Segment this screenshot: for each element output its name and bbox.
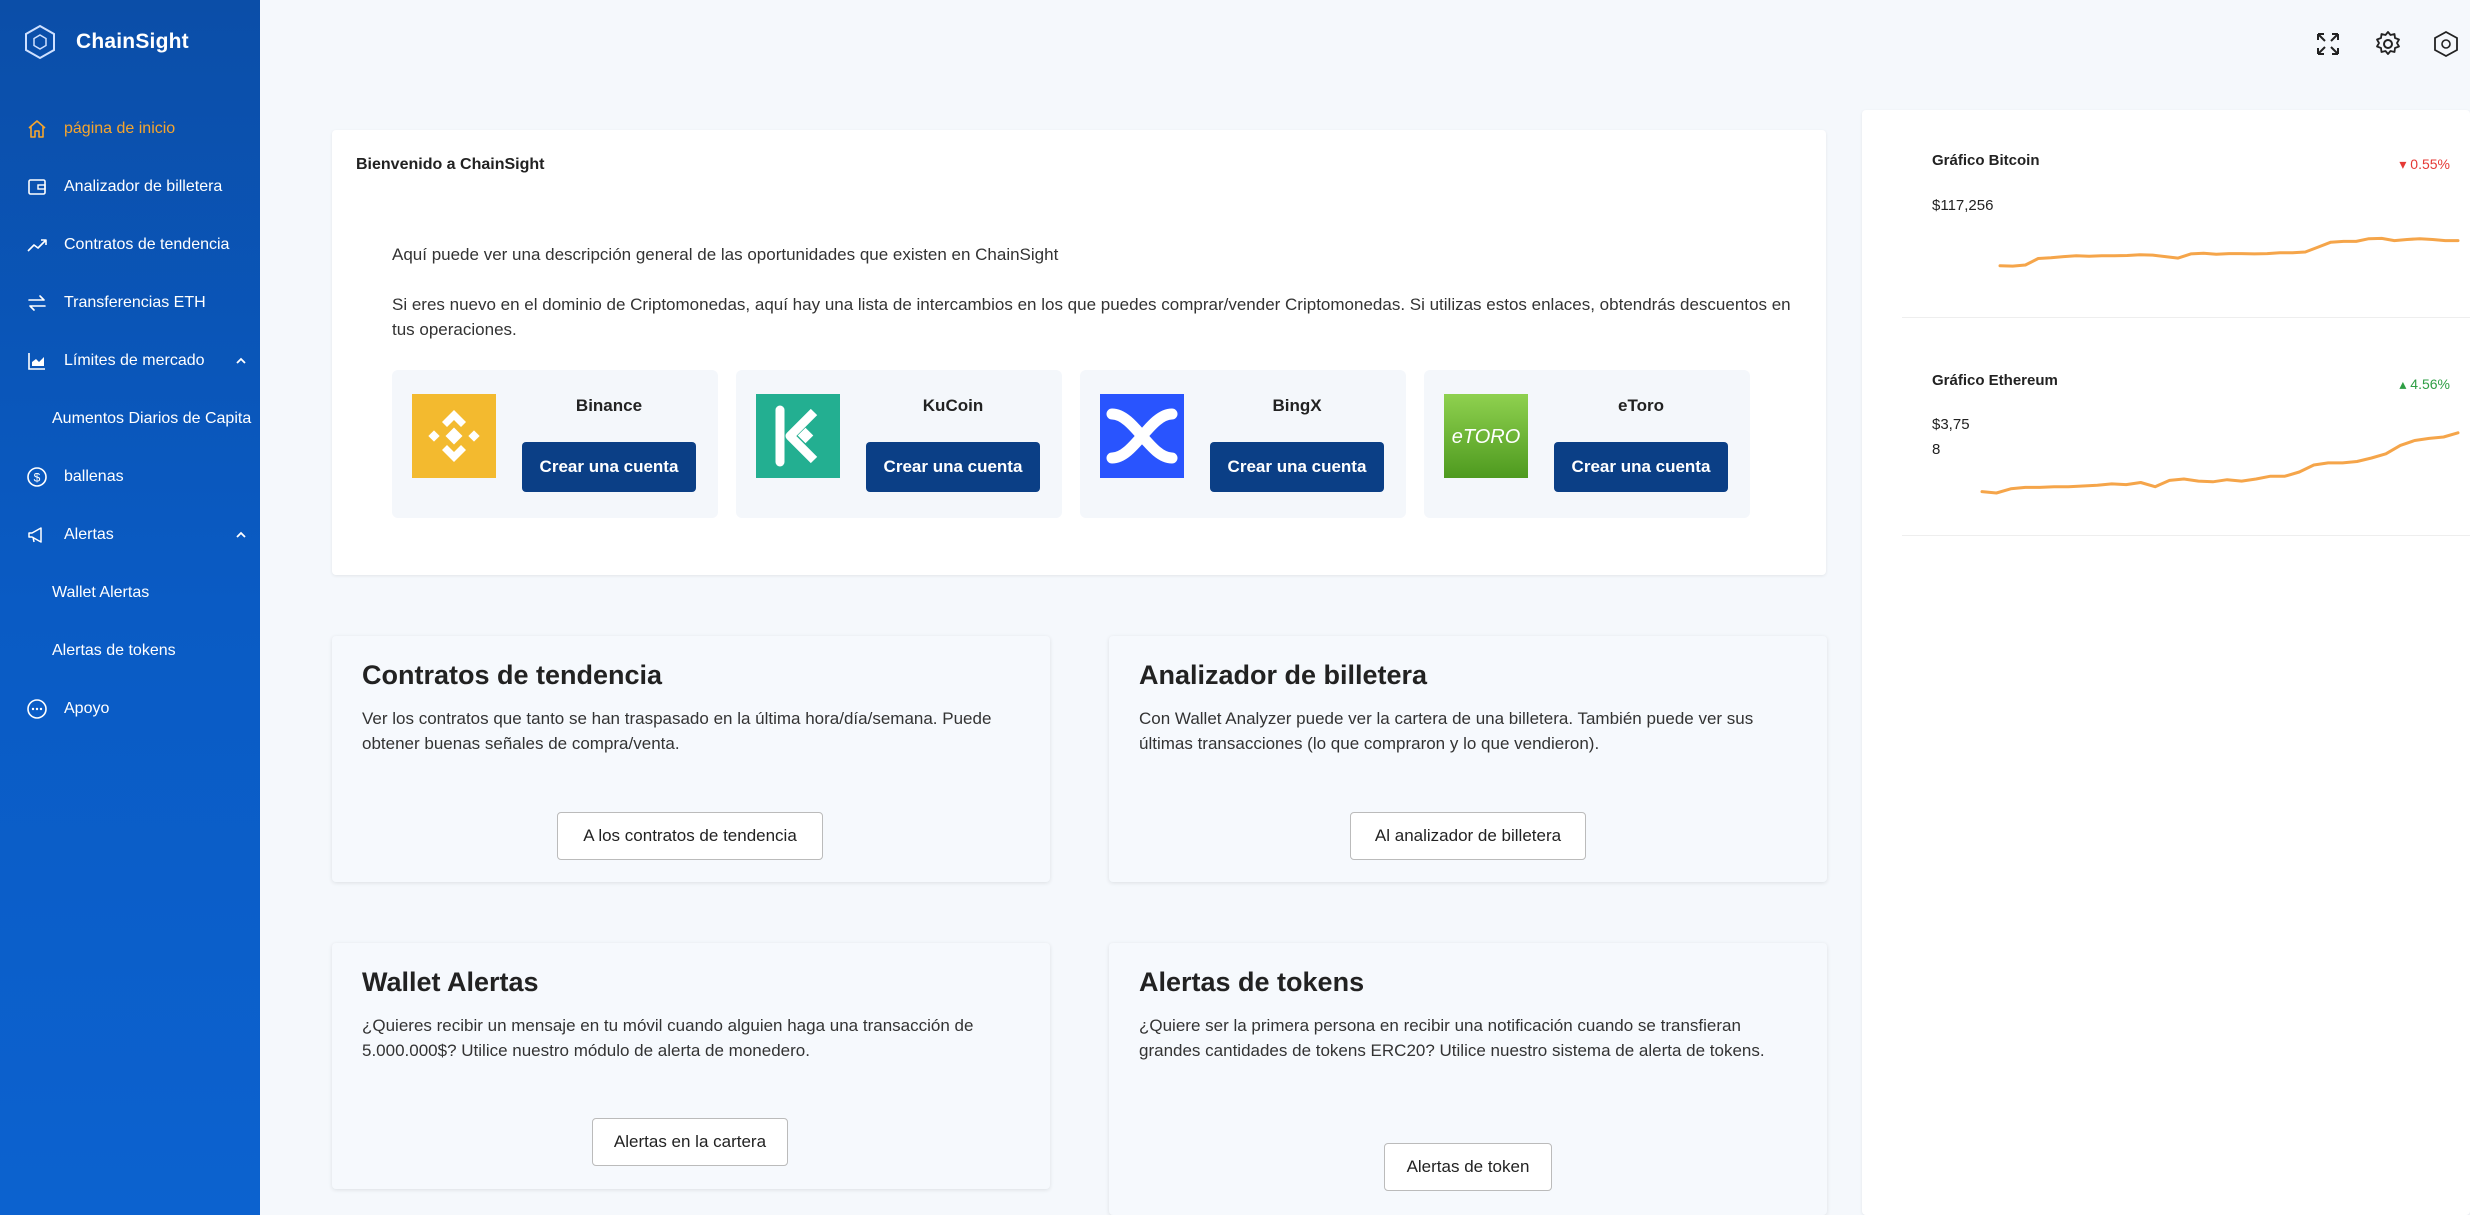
feature-card-wallet-analyzer: Analizador de billetera Con Wallet Analy… (1109, 636, 1827, 882)
sidebar-item-label: Analizador de billetera (64, 178, 223, 195)
exchange-name: eToro (1618, 396, 1664, 415)
bingx-logo-icon (1100, 394, 1184, 478)
sidebar-item-label: Contratos de tendencia (64, 236, 230, 253)
sidebar-subitem-daily-capital[interactable]: Aumentos Diarios de Capita (0, 390, 260, 448)
svg-text:$: $ (34, 471, 41, 485)
go-token-alerts-button[interactable]: Alertas de token (1384, 1143, 1552, 1191)
chevron-up-icon (236, 531, 246, 538)
feature-description: ¿Quiere ser la primera persona en recibi… (1139, 1016, 1765, 1060)
exchange-card-etoro: eTORO eToro Crear una cuenta (1424, 370, 1750, 518)
chat-icon (26, 698, 48, 720)
chart-card-ethereum: Gráfico Ethereum ▴ 4.56% $3,75 8 (1902, 320, 2470, 536)
sidebar-item-whales[interactable]: $ ballenas (0, 448, 260, 506)
feature-title: Alertas de tokens (1139, 967, 1365, 997)
sidebar-item-label: página de inicio (64, 120, 176, 137)
etoro-logo-text: eTORO (1452, 426, 1521, 448)
create-account-kucoin-button[interactable]: Crear una cuenta (866, 442, 1040, 492)
go-wallet-alerts-button[interactable]: Alertas en la cartera (592, 1118, 788, 1166)
sidebar: ChainSight página de inicio Analizador d… (0, 0, 260, 1215)
exchange-card-bingx: BingX Crear una cuenta (1080, 370, 1406, 518)
welcome-card: Bienvenido a ChainSight Aquí puede ver u… (332, 130, 1826, 575)
brand-name: ChainSight (76, 30, 189, 53)
sidebar-item-label: ballenas (64, 468, 124, 485)
exchange-name: BingX (1272, 396, 1322, 415)
exchange-name: Binance (575, 396, 643, 415)
sidebar-item-trending-contracts[interactable]: Contratos de tendencia (0, 216, 260, 274)
binance-logo-icon (412, 394, 496, 478)
sidebar-item-label: Apoyo (64, 700, 110, 717)
create-account-etoro-button[interactable]: Crear una cuenta (1554, 442, 1728, 492)
ethereum-price-line (1980, 431, 2460, 495)
sidebar-item-wallet-analyzer[interactable]: Analizador de billetera (0, 158, 260, 216)
chart-card-bitcoin: Gráfico Bitcoin ▾ 0.55% $117,256 (1902, 110, 2470, 318)
sidebar-item-label: Límites de mercado (64, 352, 205, 369)
bitcoin-price-line (1998, 236, 2460, 268)
go-trending-contracts-button[interactable]: A los contratos de tendencia (557, 812, 823, 860)
sidebar-item-market-limits[interactable]: Límites de mercado (0, 332, 260, 390)
sidebar-item-support[interactable]: Apoyo (0, 680, 260, 738)
chainsight-logo-icon (25, 24, 55, 60)
feature-card-trending-contracts: Contratos de tendencia Ver los contratos… (332, 636, 1050, 882)
exchange-card-kucoin: KuCoin Crear una cuenta (736, 370, 1062, 518)
dollar-icon: $ (26, 466, 48, 488)
go-wallet-analyzer-button[interactable]: Al analizador de billetera (1350, 812, 1586, 860)
trend-icon (26, 234, 48, 256)
exchange-card-binance: Binance Crear una cuenta (392, 370, 718, 518)
feature-title: Analizador de billetera (1139, 660, 1428, 690)
kucoin-logo-icon (756, 394, 840, 478)
fullscreen-icon[interactable] (2314, 30, 2342, 58)
feature-description: Ver los contratos que tanto se han trasp… (362, 709, 992, 753)
home-icon (26, 118, 48, 140)
welcome-title: Bienvenido a ChainSight (356, 156, 545, 173)
feature-card-token-alerts: Alertas de tokens ¿Quiere ser la primera… (1109, 943, 1827, 1215)
sidebar-item-alerts[interactable]: Alertas (0, 506, 260, 564)
sidebar-item-label: Transferencias ETH (64, 294, 206, 311)
bitcoin-line-chart (1998, 236, 2460, 268)
charts-panel: Gráfico Bitcoin ▾ 0.55% $117,256 Gráfico… (1862, 110, 2470, 1215)
ethereum-line-chart (1980, 431, 2460, 495)
theme-icon[interactable] (2432, 30, 2460, 58)
feature-card-wallet-alerts: Wallet Alertas ¿Quieres recibir un mensa… (332, 943, 1050, 1189)
create-account-binance-button[interactable]: Crear una cuenta (522, 442, 696, 492)
chart-icon (26, 350, 48, 372)
sidebar-subitem-wallet-alerts[interactable]: Wallet Alertas (0, 564, 260, 622)
sidebar-item-label: Alertas (64, 526, 114, 543)
feature-title: Contratos de tendencia (362, 660, 663, 690)
feature-description: ¿Quieres recibir un mensaje en tu móvil … (362, 1016, 974, 1060)
feature-title: Wallet Alertas (362, 967, 539, 997)
welcome-body: Si eres nuevo en el dominio de Criptomon… (392, 295, 1791, 339)
brand[interactable]: ChainSight (24, 24, 189, 60)
sidebar-item-eth-transfers[interactable]: Transferencias ETH (0, 274, 260, 332)
sidebar-subitem-token-alerts[interactable]: Alertas de tokens (0, 622, 260, 680)
create-account-bingx-button[interactable]: Crear una cuenta (1210, 442, 1384, 492)
exchange-name: KuCoin (922, 396, 984, 415)
transfer-icon (26, 292, 48, 314)
feature-description: Con Wallet Analyzer puede ver la cartera… (1139, 709, 1754, 753)
sidebar-nav: página de inicio Analizador de billetera… (0, 100, 260, 738)
welcome-intro: Aquí puede ver una descripción general d… (392, 245, 1059, 264)
sidebar-item-home[interactable]: página de inicio (0, 100, 260, 158)
wallet-icon (26, 176, 48, 198)
megaphone-icon (26, 524, 48, 546)
settings-icon[interactable] (2374, 30, 2402, 58)
chevron-up-icon (236, 357, 246, 364)
etoro-logo-icon: eTORO (1444, 394, 1528, 478)
